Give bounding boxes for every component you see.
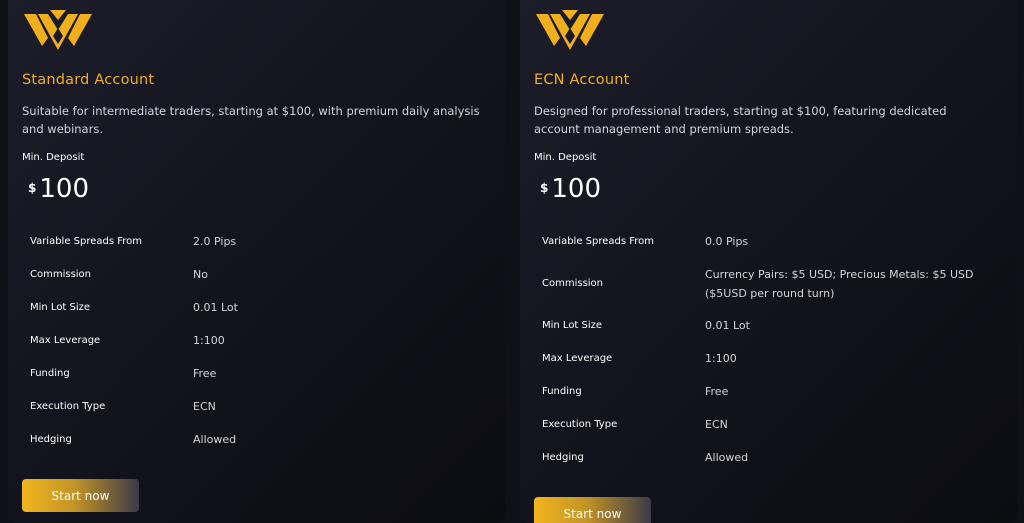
spec-value: ECN	[705, 418, 728, 431]
account-description: Suitable for intermediate traders, start…	[22, 104, 480, 136]
spec-row: Variable Spreads From 0.0 Pips	[542, 225, 1002, 258]
spec-row: Funding Free	[30, 357, 490, 390]
spec-table: Variable Spreads From 2.0 Pips Commissio…	[30, 225, 490, 456]
spec-label: Commission	[542, 278, 604, 289]
spec-table: Variable Spreads From 0.0 Pips Commissio…	[542, 225, 1002, 474]
spec-row: Variable Spreads From 2.0 Pips	[30, 225, 490, 258]
ecn-account-card: ECN Account Designed for professional tr…	[520, 0, 1017, 523]
spec-value: Allowed	[705, 451, 749, 464]
spec-row: Hedging Allowed	[30, 423, 490, 456]
account-description: Designed for professional traders, start…	[534, 104, 947, 136]
spec-label: Min Lot Size	[542, 320, 603, 331]
spec-value: Currency Pairs: $5 USD; Precious Metals:…	[705, 267, 974, 300]
spec-label: Min Lot Size	[30, 302, 91, 313]
spec-value: 0.01 Lot	[193, 301, 238, 314]
spec-row: Hedging Allowed	[542, 441, 1002, 474]
spec-row: Execution Type ECN	[542, 408, 1002, 441]
spec-value: 1:100	[705, 352, 737, 365]
spec-row: Commission No	[30, 258, 490, 291]
spec-value: 2.0 Pips	[193, 235, 237, 248]
spec-label: Funding	[542, 386, 582, 397]
spec-value: 1:100	[193, 334, 225, 347]
winged-w-logo-icon	[24, 10, 92, 50]
spec-row: Max Leverage 1:100	[30, 324, 490, 357]
spec-value: ECN	[193, 400, 216, 413]
spec-row: Max Leverage 1:100	[542, 342, 1002, 375]
account-comparison: Standard Account Suitable for intermedia…	[0, 0, 1024, 523]
spec-label: Max Leverage	[30, 335, 101, 346]
spec-value: 0.01 Lot	[705, 319, 750, 332]
deposit-amount: 100	[551, 174, 601, 204]
spec-label: Execution Type	[30, 401, 106, 412]
spec-label: Hedging	[542, 452, 584, 463]
spec-label: Hedging	[30, 434, 72, 445]
spec-row: Min Lot Size 0.01 Lot	[542, 309, 1002, 342]
spec-row: Funding Free	[542, 375, 1002, 408]
currency-symbol: $	[540, 181, 549, 195]
account-title: ECN Account	[534, 72, 630, 88]
spec-value: Allowed	[193, 433, 237, 446]
deposit-amount: 100	[39, 174, 89, 204]
spec-row: Execution Type ECN	[30, 390, 490, 423]
spec-row: Commission Currency Pairs: $5 USD; Preci…	[542, 258, 1002, 309]
standard-account-card: Standard Account Suitable for intermedia…	[8, 0, 505, 523]
min-deposit-label: Min. Deposit	[22, 152, 85, 163]
spec-value: Free	[705, 385, 729, 398]
spec-label: Funding	[30, 368, 70, 379]
account-title: Standard Account	[22, 72, 155, 88]
spec-row: Min Lot Size 0.01 Lot	[30, 291, 490, 324]
start-now-button[interactable]: Start now	[534, 497, 651, 523]
spec-label: Variable Spreads From	[30, 236, 143, 247]
spec-value: 0.0 Pips	[705, 235, 749, 248]
winged-w-logo-icon	[536, 10, 604, 50]
spec-label: Execution Type	[542, 419, 618, 430]
min-deposit-label: Min. Deposit	[534, 152, 597, 163]
spec-value: Free	[193, 367, 217, 380]
currency-symbol: $	[28, 181, 37, 195]
min-deposit-price: $ 100	[28, 172, 89, 206]
spec-label: Max Leverage	[542, 353, 613, 364]
min-deposit-price: $ 100	[540, 172, 601, 206]
spec-value: No	[193, 268, 208, 281]
start-now-button[interactable]: Start now	[22, 479, 139, 512]
spec-label: Commission	[30, 269, 92, 280]
spec-label: Variable Spreads From	[542, 236, 655, 247]
